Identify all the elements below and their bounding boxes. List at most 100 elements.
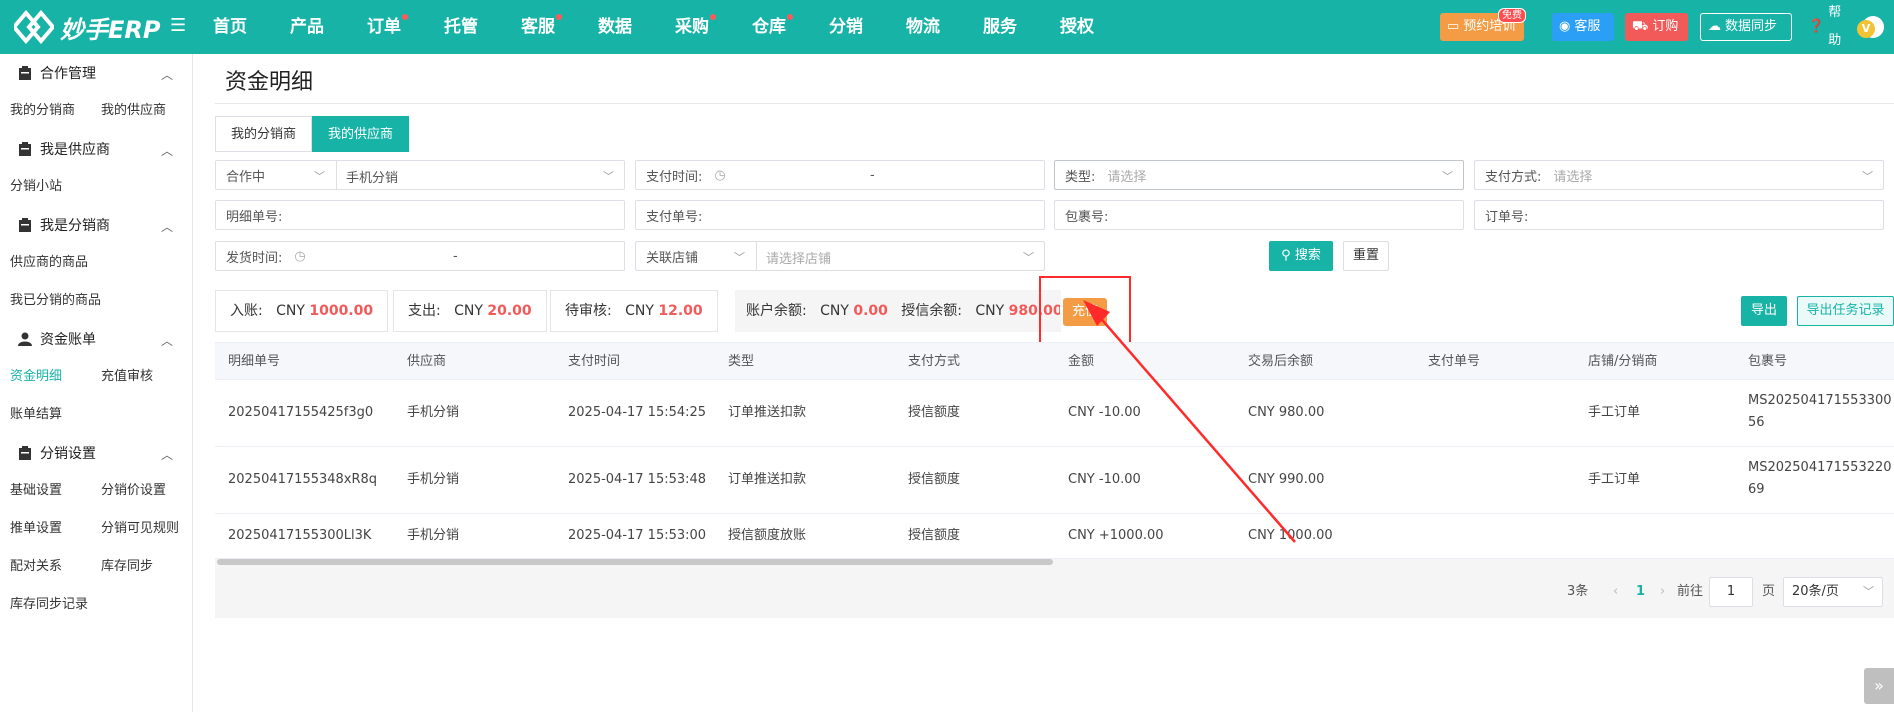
- sidebar-item-supplier-products[interactable]: 供应商的商品: [10, 244, 88, 282]
- column-header[interactable]: 明细单号: [228, 343, 280, 381]
- book-training-button[interactable]: ▭ 预约培训 免费: [1440, 8, 1526, 41]
- export-task-log-button[interactable]: 导出任务记录: [1797, 296, 1894, 326]
- double-chevron-right-icon[interactable]: »: [1864, 668, 1894, 704]
- sidebar-item-basic-settings[interactable]: 基础设置: [10, 472, 62, 510]
- sidebar-group-cooperation[interactable]: 合作管理 ︿: [0, 54, 193, 92]
- column-header[interactable]: 金额: [1068, 343, 1094, 381]
- nav-item[interactable]: 分销: [816, 0, 876, 54]
- column-header[interactable]: 类型: [728, 343, 754, 381]
- table-header: 明细单号 供应商 支付时间 类型 支付方式 金额 交易后余额 支付单号 店铺/分…: [215, 342, 1894, 380]
- balance-stat: 账户余额: CNY 0.00 授信余额: CNY 980.00: [735, 290, 1061, 332]
- sidebar-item-fund-details[interactable]: 资金明细: [10, 358, 62, 396]
- subscribe-button[interactable]: ⛟ 订购: [1625, 13, 1688, 41]
- column-header[interactable]: 支付单号: [1428, 343, 1480, 381]
- goto-label: 前往: [1677, 584, 1704, 599]
- next-page-icon[interactable]: ›: [1660, 565, 1665, 618]
- data-sync-button[interactable]: ☁ 数据同步: [1700, 13, 1792, 41]
- tab-my-distributors[interactable]: 我的分销商: [215, 116, 313, 152]
- pay-time-range[interactable]: 支付时间: ◷ -: [635, 160, 1045, 190]
- sidebar-item-distributed-products[interactable]: 我已分销的商品: [10, 282, 101, 320]
- nav-item[interactable]: 数据: [585, 0, 645, 54]
- nav-item[interactable]: 服务: [970, 0, 1030, 54]
- search-button[interactable]: ⚲ 搜索: [1269, 241, 1333, 271]
- sidebar: 合作管理 ︿ 我的分销商 我的供应商 我是供应商 ︿ 分销小站 我是分销商 ︿ …: [0, 54, 193, 712]
- detail-no-input[interactable]: 明细单号:: [215, 200, 625, 230]
- table-row[interactable]: 20250417155348xR8q 手机分销 2025-04-17 15:53…: [215, 447, 1894, 514]
- nav-item[interactable]: 首页: [200, 0, 260, 54]
- clipboard-icon: [18, 142, 32, 156]
- reset-button[interactable]: 重置: [1343, 241, 1389, 271]
- sidebar-item-pairing[interactable]: 配对关系: [10, 548, 62, 586]
- chat-icon: ◉: [1559, 19, 1571, 34]
- help-button[interactable]: ❓ 帮助: [1801, 5, 1861, 48]
- sidebar-item-bill-settlement[interactable]: 账单结算: [10, 396, 62, 434]
- package-no-input[interactable]: 包裹号:: [1054, 200, 1464, 230]
- column-header[interactable]: 支付方式: [908, 343, 960, 381]
- app-logo[interactable]: 妙手ERP: [11, 9, 160, 45]
- page-unit: 页: [1762, 584, 1776, 599]
- table-row[interactable]: 20250417155425f3g0 手机分销 2025-04-17 15:54…: [215, 380, 1894, 447]
- menu-toggle-icon[interactable]: ☰: [170, 16, 188, 36]
- column-header[interactable]: 包裹号: [1748, 343, 1787, 381]
- sidebar-item-my-distributors[interactable]: 我的分销商: [10, 92, 75, 130]
- main-content: 资金明细 我的分销商 我的供应商 合作中 ﹀ 手机分销 ﹀ 支付时间: ◷ - …: [215, 54, 1894, 712]
- order-no-input[interactable]: 订单号:: [1474, 200, 1884, 230]
- chevron-up-icon: ︿: [160, 68, 173, 82]
- nav-item[interactable]: 物流: [893, 0, 953, 54]
- type-select[interactable]: 类型: 请选择 ﹀: [1054, 160, 1464, 190]
- column-header[interactable]: 供应商: [407, 343, 446, 381]
- prev-page-icon[interactable]: ‹: [1613, 565, 1618, 618]
- pagination: 3条 ‹ 1 › 前往 1 页 20条/页 ﹀: [215, 565, 1894, 618]
- pay-method-select[interactable]: 支付方式: 请选择 ﹀: [1474, 160, 1884, 190]
- chevron-down-icon: ﹀: [314, 170, 325, 183]
- sidebar-group-distribution-settings[interactable]: 分销设置 ︿: [0, 434, 193, 472]
- clipboard-icon: [18, 446, 32, 460]
- goto-page-input[interactable]: 1: [1709, 577, 1753, 607]
- avatar[interactable]: V: [1857, 16, 1884, 38]
- chevron-down-icon: ﹀: [603, 170, 614, 183]
- nav-item[interactable]: 采购: [662, 0, 722, 54]
- screen-icon: ▭: [1447, 19, 1460, 34]
- sidebar-group-funds[interactable]: 资金账单 ︿: [0, 320, 193, 358]
- customer-service-button[interactable]: ◉ 客服: [1552, 13, 1614, 41]
- chevron-up-icon: ︿: [160, 220, 173, 234]
- sidebar-item-stock-sync[interactable]: 库存同步: [101, 548, 153, 586]
- shop-select[interactable]: 请选择店铺: [766, 248, 831, 267]
- clipboard-icon: [18, 218, 32, 232]
- cart-icon: ⛟: [1632, 19, 1649, 34]
- tab-my-suppliers[interactable]: 我的供应商: [312, 116, 410, 152]
- sidebar-item-push-settings[interactable]: 推单设置: [10, 510, 62, 548]
- nav-item[interactable]: 订单: [354, 0, 414, 54]
- sidebar-group-i-am-distributor[interactable]: 我是分销商 ︿: [0, 206, 193, 244]
- nav-item[interactable]: 产品: [277, 0, 337, 54]
- sidebar-item-distribution-station[interactable]: 分销小站: [10, 168, 62, 206]
- partner-select[interactable]: 手机分销: [336, 167, 398, 186]
- question-icon: ❓: [1808, 19, 1825, 34]
- column-header[interactable]: 交易后余额: [1248, 343, 1313, 381]
- sidebar-item-my-suppliers[interactable]: 我的供应商: [101, 92, 166, 130]
- nav-item[interactable]: 仓库: [739, 0, 799, 54]
- pay-no-input[interactable]: 支付单号:: [635, 200, 1045, 230]
- sidebar-item-price-settings[interactable]: 分销价设置: [101, 472, 166, 510]
- page-number-current[interactable]: 1: [1636, 565, 1645, 618]
- sidebar-item-visibility-rules[interactable]: 分销可见规则: [101, 510, 179, 548]
- nav-item[interactable]: 授权: [1047, 0, 1107, 54]
- page-size-select[interactable]: 20条/页 ﹀: [1783, 577, 1883, 607]
- chevron-up-icon: ︿: [160, 334, 173, 348]
- nav-item[interactable]: 客服: [508, 0, 568, 54]
- ship-time-range[interactable]: 发货时间: ◷ -: [215, 241, 625, 271]
- sidebar-group-i-am-supplier[interactable]: 我是供应商 ︿: [0, 130, 193, 168]
- column-header[interactable]: 支付时间: [568, 343, 620, 381]
- sidebar-item-stock-sync-log[interactable]: 库存同步记录: [10, 586, 88, 624]
- export-button[interactable]: 导出: [1741, 296, 1787, 326]
- column-header[interactable]: 店铺/分销商: [1588, 343, 1657, 381]
- page-title: 资金明细: [225, 70, 314, 95]
- status-select[interactable]: 合作中: [216, 166, 265, 185]
- nav-item[interactable]: 托管: [431, 0, 491, 54]
- user-icon: [18, 332, 32, 346]
- logo-diamond-icon: [11, 9, 56, 45]
- notification-dot: [402, 14, 408, 20]
- shop-type-select[interactable]: 关联店铺: [636, 247, 698, 266]
- table-row[interactable]: 20250417155300Ll3K 手机分销 2025-04-17 15:53…: [215, 514, 1894, 559]
- sidebar-item-recharge-review[interactable]: 充值审核: [101, 358, 153, 396]
